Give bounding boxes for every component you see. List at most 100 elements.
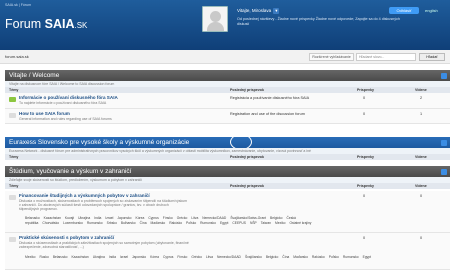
subforum-link[interactable]: Nemecko/DAAD [217,255,241,259]
subforum-link[interactable]: Cyprus [148,216,158,220]
subforum-link[interactable]: Kazachstan [71,255,88,259]
section-title: Vitajte / Welcome [9,72,60,79]
user-menu-icon[interactable]: ▾ [273,8,280,14]
top-links[interactable]: SAIA.sk | Fórum [5,3,31,7]
forum-title[interactable]: Praktické skúsenosti s pobytom v zahrani… [19,235,114,240]
subforum-link[interactable]: Bulharsko [121,221,136,225]
subforum-link[interactable]: Ukrajina [93,255,105,259]
forum-row[interactable]: Informácie o používaní diskusného fóra S… [5,93,450,109]
sub-bar: forum.saia.sk Rozšírené vyhľadávanie Hľa… [0,50,450,64]
forum-title[interactable]: How to use SAIA forum [19,111,70,116]
post-count: 0 [363,96,366,100]
subforum-link[interactable]: Srbsko [107,221,117,225]
site-title[interactable]: Forum SAIA.SK [5,17,87,31]
last-post[interactable]: Registrácia a používanie diskusného fóra… [230,96,309,100]
subforum-link[interactable]: Litva [206,255,213,259]
avatar[interactable] [202,6,228,32]
subforum-link[interactable]: Egypt [220,221,228,225]
folder-icon [9,195,16,200]
subforum-link[interactable]: Izrael [120,255,128,259]
collapse-icon[interactable] [441,139,447,146]
subforum-link[interactable]: Čína [140,221,147,225]
subforum-link[interactable]: CEEPUS [232,221,246,225]
section-header-euraxess[interactable]: Euraxess Slovensko pre vysoké školy a vý… [5,134,450,150]
subforum-link[interactable]: Ukrajina [78,216,90,220]
section-header-welcome[interactable]: Vitajte / Welcome [5,70,450,81]
subforum-link[interactable]: Belarusko [25,216,40,220]
collapse-icon[interactable] [441,72,447,79]
subforum-link[interactable]: Litva [191,216,198,220]
subforum-link[interactable]: Kuvajt [65,216,74,220]
section-header-study[interactable]: Štúdium, vyučovanie a výskum v zahraničí [5,166,450,177]
forum-row[interactable]: Financovanie študijných a výskumných pob… [5,191,450,233]
subforum-link[interactable]: Mexiko [275,221,285,225]
subforum-list: Belarusko Kazachstan Kuvajt Ukrajina India Iz… [25,216,445,227]
subforum-link[interactable]: Belarusko [53,255,68,259]
subforum-link[interactable]: Cyprus [163,255,173,259]
subforum-link[interactable]: Japonsko [132,255,146,259]
subforum-link[interactable]: Čína [282,255,289,259]
subforum-link[interactable]: Rumunsko [87,221,103,225]
folder-icon [9,97,16,102]
subforum-link[interactable]: Rakúsko [169,221,182,225]
forum-row[interactable]: How to use SAIA forum General informatio… [5,109,450,124]
col-posts: Príspevky [357,155,374,159]
subforum-link[interactable]: Belgicko [266,255,278,259]
folder-icon [9,237,16,242]
search-input[interactable]: Hľadané slovo... [356,53,416,61]
subforum-link[interactable]: Rumunsko [200,221,216,225]
subforum-link[interactable]: Izrael [105,216,113,220]
subforum-link[interactable]: Kazachstan [44,216,61,220]
subforum-link[interactable]: Švajčiarsko [245,255,262,259]
subforum-link[interactable]: Fínsko [177,255,187,259]
advanced-search-button[interactable]: Rozšírené vyhľadávanie [309,53,354,61]
post-count: 0 [363,194,366,198]
subforum-link[interactable]: Nemecko/DAAD [202,216,226,220]
search-button[interactable]: Hľadať [419,53,445,61]
forum-desc: General information and rules regarding … [19,117,112,121]
subforum-link[interactable]: Grécko [177,216,188,220]
subforum-link[interactable]: Rusko [39,255,48,259]
view-count: 0 [420,236,423,240]
subforum-link[interactable]: Poľsko [186,221,196,225]
subforum-link[interactable]: Kórea [136,216,145,220]
folder-icon [9,113,16,118]
forum-desc: Tu najdete informácie o používaní diskus… [19,101,107,105]
subforum-link[interactable]: Poľsko [329,255,339,259]
subforum-link[interactable]: Japonsko [117,216,131,220]
view-count: 0 [420,194,423,198]
user-greeting[interactable]: Vitajte, Miroslava ▾ [237,8,280,14]
col-topics: Témy [9,184,19,188]
language-link[interactable]: english [425,8,438,13]
forum-title[interactable]: Informácie o používaní diskusného fóra S… [19,95,118,100]
section-title: Štúdium, vyučovanie a výskum v zahraničí [9,168,132,175]
subforum-link[interactable]: Maďarsko [293,255,308,259]
user-note: Od poslednej návštevy - Žiadne nové prís… [237,17,400,26]
subforum-link[interactable]: Chorvátsko [42,221,59,225]
breadcrumb[interactable]: forum.saia.sk [5,54,29,59]
view-count: 2 [420,96,423,100]
subforum-link[interactable]: Luxembursko [63,221,83,225]
subforum-link[interactable]: India [94,216,101,220]
subforum-link[interactable]: Ostatné krajiny [289,221,311,225]
logout-button[interactable]: Odhlásiť [389,7,419,14]
subforum-link[interactable]: NŠP [250,221,257,225]
subforum-link[interactable]: Rumunsko [343,255,359,259]
subforum-link[interactable]: Maďarsko [151,221,166,225]
collapse-icon[interactable] [441,168,447,175]
forum-row[interactable]: Praktické skúsenosti s pobytom v zahrani… [5,233,450,270]
subforum-link[interactable]: Švajčiarsko/Swiss-Grant [230,216,266,220]
subforum-link[interactable]: India [109,255,116,259]
subforum-link[interactable]: Taiwan [261,221,271,225]
subforum-link[interactable]: Egypt [363,255,371,259]
forum-title[interactable]: Financovanie študijných a výskumných pob… [19,193,150,198]
subforum-link[interactable]: Mexiko [25,255,35,259]
subforum-link[interactable]: Kórea [150,255,159,259]
header: SAIA.sk | Fórum Forum SAIA.SK Vitajte, M… [0,0,450,50]
last-post[interactable]: Registration and use of the discussion f… [230,112,305,116]
subforum-link[interactable]: Belgicko [270,216,282,220]
post-count: 0 [363,112,366,116]
subforum-link[interactable]: Rakúsko [312,255,325,259]
subforum-link[interactable]: Grécko [191,255,202,259]
subforum-link[interactable]: Fínsko [163,216,173,220]
